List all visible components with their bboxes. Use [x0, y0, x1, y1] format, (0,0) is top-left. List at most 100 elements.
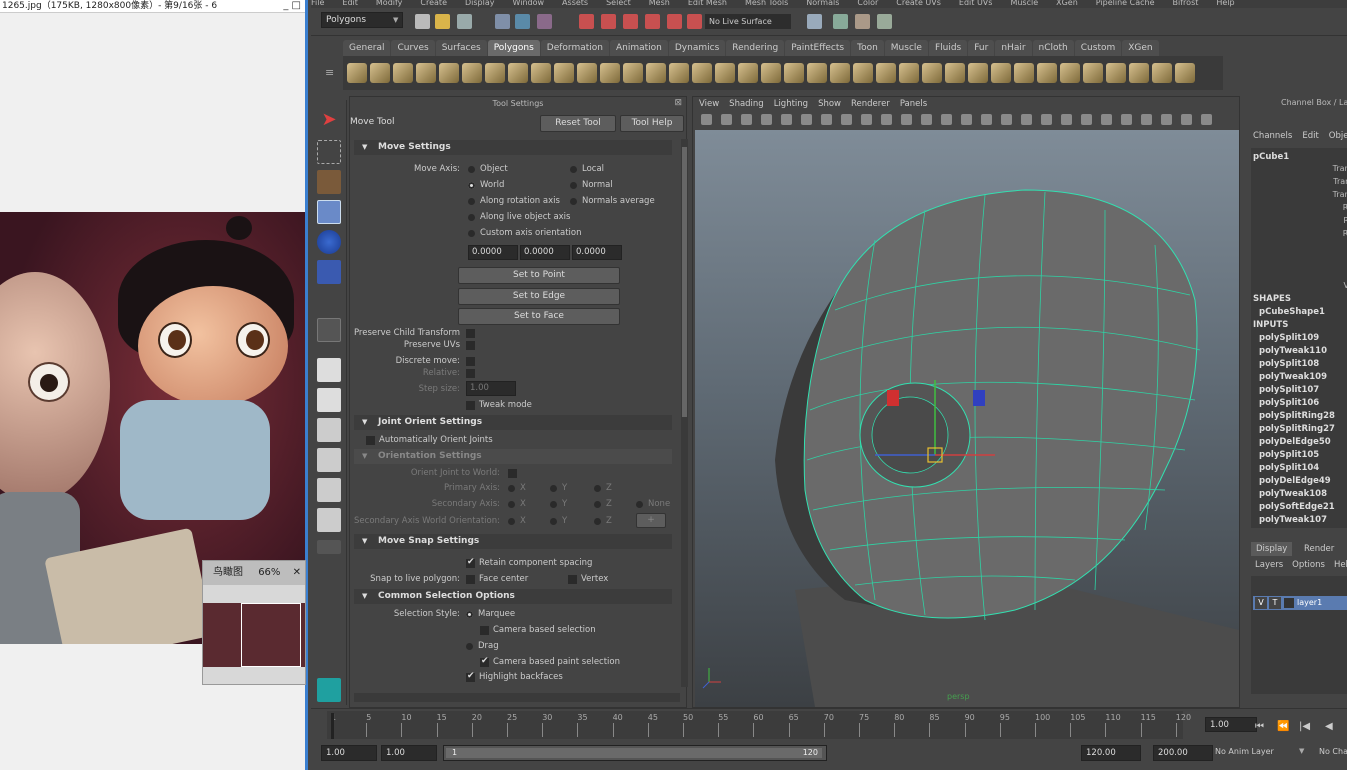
- shelf-quadrangulate-icon[interactable]: [1037, 63, 1057, 83]
- channel-attr[interactable]: Rotate X: [1343, 203, 1347, 212]
- shelf-insert-edge-icon[interactable]: [830, 63, 850, 83]
- shelf-separate-icon[interactable]: [577, 63, 597, 83]
- bookmarks-icon[interactable]: [741, 114, 752, 125]
- render-icon[interactable]: [833, 14, 848, 29]
- history-node[interactable]: polyTweak108: [1259, 489, 1327, 499]
- channel-attr[interactable]: Rotate Z: [1343, 229, 1347, 238]
- snap-view-icon[interactable]: [645, 14, 660, 29]
- menu-mesh[interactable]: Mesh: [649, 0, 670, 7]
- snap-point-icon[interactable]: [623, 14, 638, 29]
- history-node[interactable]: polySplitRing28: [1259, 411, 1335, 421]
- set-to-edge-button[interactable]: Set to Edge: [458, 288, 620, 305]
- shelf-poly-torus-icon[interactable]: [462, 63, 482, 83]
- step-back-key-icon[interactable]: |◀: [1299, 721, 1310, 732]
- channel-menu-channels[interactable]: Channels: [1253, 131, 1292, 141]
- relative-checkbox[interactable]: [466, 369, 475, 378]
- joint-orient-header[interactable]: Joint Orient Settings: [354, 415, 672, 430]
- menu-display[interactable]: Display: [465, 0, 495, 7]
- menu-muscle[interactable]: Muscle: [1010, 0, 1038, 7]
- common-selection-header[interactable]: Common Selection Options: [354, 589, 672, 604]
- play-back-icon[interactable]: ◀: [1325, 721, 1333, 732]
- history-node[interactable]: polySplit104: [1259, 463, 1319, 473]
- reset-tool-button[interactable]: Reset Tool: [540, 115, 616, 132]
- backface-icon[interactable]: [1201, 114, 1212, 125]
- retain-spacing-checkbox[interactable]: Retain component spacing: [466, 557, 592, 568]
- layer-color-swatch[interactable]: [1284, 597, 1294, 608]
- shelf-extrude-icon[interactable]: [784, 63, 804, 83]
- playback-start-field[interactable]: 1.00: [381, 745, 437, 761]
- mode-select[interactable]: Polygons: [321, 12, 403, 28]
- axis-custom[interactable]: Custom axis orientation: [468, 228, 582, 238]
- field-chart-icon[interactable]: [901, 114, 912, 125]
- shelf-harden-icon[interactable]: [991, 63, 1011, 83]
- shelf-tab-animation[interactable]: Animation: [609, 40, 668, 56]
- viewport-scene[interactable]: persp: [695, 130, 1239, 707]
- primary-z[interactable]: Z: [594, 483, 612, 493]
- tweak-mode-checkbox[interactable]: Tweak mode: [466, 400, 532, 410]
- shelf-tab-nhair[interactable]: nHair: [995, 40, 1032, 56]
- open-scene-icon[interactable]: [435, 14, 450, 29]
- safe-action-icon[interactable]: [921, 114, 932, 125]
- grid-icon[interactable]: [821, 114, 832, 125]
- preserve-child-checkbox[interactable]: [466, 329, 475, 338]
- shelf-combine-icon[interactable]: [554, 63, 574, 83]
- menu-window[interactable]: Window: [513, 0, 545, 7]
- select-hierarchy-icon[interactable]: [495, 14, 510, 29]
- select-component-icon[interactable]: [537, 14, 552, 29]
- shelf-uv-editor-icon[interactable]: [1175, 63, 1195, 83]
- shelf-uv-spherical-icon[interactable]: [1106, 63, 1126, 83]
- shelf-tab-painteffects[interactable]: PaintEffects: [785, 40, 851, 56]
- channel-menu-edit[interactable]: Edit: [1302, 131, 1318, 141]
- orientation-settings-header[interactable]: Orientation Settings: [354, 449, 672, 464]
- discrete-move-checkbox[interactable]: [466, 357, 475, 366]
- layer-template-toggle[interactable]: T: [1269, 597, 1281, 609]
- menu-select[interactable]: Select: [606, 0, 631, 7]
- preserve-uvs-checkbox[interactable]: [466, 341, 475, 350]
- channel-attr[interactable]: Visibility: [1343, 281, 1347, 290]
- menu-mesh-tools[interactable]: Mesh Tools: [745, 0, 788, 7]
- playback-end-field[interactable]: 120.00: [1081, 745, 1141, 761]
- layer-menu-help[interactable]: Help: [1334, 560, 1347, 570]
- shelf-tab-deformation[interactable]: Deformation: [540, 40, 609, 56]
- xray-joints-icon[interactable]: [1161, 114, 1172, 125]
- layout-hypershade-icon[interactable]: [317, 508, 341, 532]
- range-start-field[interactable]: 1.00: [321, 745, 377, 761]
- shelf-poly-sphere-icon[interactable]: [347, 63, 367, 83]
- shelf-tab-rendering[interactable]: Rendering: [726, 40, 785, 56]
- shelf-tab-polygons[interactable]: Polygons: [487, 40, 540, 56]
- move-settings-header[interactable]: Move Settings: [354, 140, 672, 155]
- layer-row[interactable]: V Tlayer1: [1253, 596, 1347, 610]
- gate-mask-icon[interactable]: [881, 114, 892, 125]
- lock-camera-icon[interactable]: [721, 114, 732, 125]
- channel-attr[interactable]: Translate Y: [1333, 177, 1347, 186]
- layer-menu-options[interactable]: Options: [1292, 560, 1325, 570]
- navigator-close[interactable]: ✕: [293, 561, 301, 585]
- viewport-menu-panels[interactable]: Panels: [900, 99, 927, 109]
- history-node[interactable]: polyTweak110: [1259, 346, 1327, 356]
- paint-select-icon[interactable]: [317, 170, 341, 194]
- channel-attr[interactable]: Translate X: [1333, 164, 1347, 173]
- viewport-menu-renderer[interactable]: Renderer: [851, 99, 890, 109]
- object-name[interactable]: pCube1: [1253, 152, 1289, 162]
- history-node[interactable]: polySoftEdge21: [1259, 502, 1335, 512]
- film-gate-icon[interactable]: [841, 114, 852, 125]
- axis-x-field[interactable]: 0.0000: [468, 245, 518, 260]
- secworld-plus-button[interactable]: +: [636, 513, 666, 528]
- shelf-bridge-icon[interactable]: [761, 63, 781, 83]
- snap-curve-icon[interactable]: [601, 14, 616, 29]
- range-end-field[interactable]: 200.00: [1153, 745, 1213, 761]
- lights-icon[interactable]: [1021, 114, 1032, 125]
- menu-color[interactable]: Color: [857, 0, 878, 7]
- shelf-tab-surfaces[interactable]: Surfaces: [435, 40, 487, 56]
- shape-name[interactable]: pCubeShape1: [1259, 307, 1325, 317]
- select-camera-icon[interactable]: [701, 114, 712, 125]
- secondary-x[interactable]: X: [508, 499, 526, 509]
- 2d-pan-icon[interactable]: [781, 114, 792, 125]
- shelf-tab-dynamics[interactable]: Dynamics: [668, 40, 726, 56]
- menu-modify[interactable]: Modify: [376, 0, 403, 7]
- motion-blur-icon[interactable]: [1081, 114, 1092, 125]
- face-center-checkbox[interactable]: Face center: [466, 574, 528, 584]
- menu-edit-mesh[interactable]: Edit Mesh: [688, 0, 727, 7]
- move-tool-icon[interactable]: [317, 200, 341, 224]
- axis-local[interactable]: Local: [570, 164, 604, 174]
